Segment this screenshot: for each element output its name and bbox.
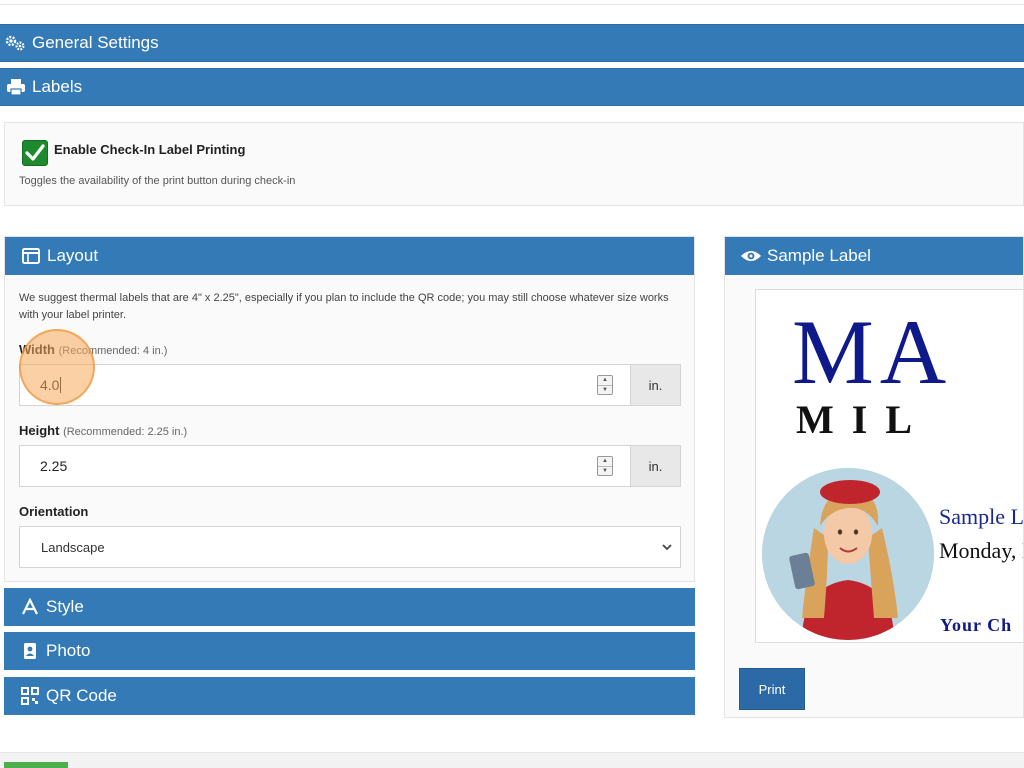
- sample-footer-text: Your Ch: [940, 615, 1013, 635]
- height-value: 2.25: [40, 458, 68, 474]
- enable-printing-checkbox[interactable]: [22, 140, 48, 166]
- height-recommended: (Recommended: 2.25 in.): [63, 426, 188, 438]
- height-label-text: Height: [19, 423, 60, 438]
- chevron-down-icon: [662, 544, 672, 551]
- sample-label-title: Sample Label: [767, 246, 871, 265]
- printer-icon: [4, 77, 28, 97]
- general-settings-title: General Settings: [32, 33, 159, 52]
- photo-title: Photo: [46, 641, 91, 660]
- width-input-group: 4.0 ▲ ▼ in.: [19, 364, 681, 406]
- top-strip: [0, 0, 1024, 5]
- orientation-label: Orientation: [19, 504, 89, 519]
- layout-suggestion: We suggest thermal labels that are 4" x …: [19, 292, 669, 321]
- font-icon: [18, 597, 42, 617]
- sample-name-text: Sample Lab: [939, 504, 1024, 529]
- enable-printing-label[interactable]: Enable Check-In Label Printing: [54, 142, 245, 157]
- labels-title: Labels: [32, 77, 83, 96]
- label-sub-text: MIL: [796, 397, 930, 442]
- height-spinner[interactable]: ▲ ▼: [597, 456, 613, 476]
- qr-code-icon: [18, 686, 42, 706]
- width-unit: in.: [630, 365, 680, 405]
- sample-photo: [762, 468, 934, 640]
- print-button[interactable]: Print: [739, 668, 805, 710]
- width-label: Width (Recommended: 4 in.): [19, 342, 167, 357]
- label-preview: MA MIL Sample Lab Monday, M Your Ch: [755, 289, 1024, 643]
- spinner-up-icon[interactable]: ▲: [598, 376, 612, 385]
- layout-title: Layout: [47, 246, 99, 265]
- save-button-partial[interactable]: [4, 762, 68, 768]
- label-big-text: MA: [792, 301, 953, 403]
- bottom-strip: [0, 752, 1024, 768]
- enable-printing-panel: Enable Check-In Label Printing Toggles t…: [4, 122, 1024, 206]
- general-settings-header[interactable]: General Settings: [0, 24, 1024, 62]
- spinner-up-icon[interactable]: ▲: [598, 457, 612, 466]
- spinner-down-icon[interactable]: ▼: [598, 384, 612, 395]
- width-input[interactable]: 4.0 ▲ ▼: [20, 365, 630, 405]
- enable-printing-help: Toggles the availability of the print bu…: [19, 175, 296, 187]
- height-input[interactable]: 2.25 ▲ ▼: [20, 446, 630, 486]
- qr-code-header[interactable]: QR Code: [4, 677, 695, 715]
- eye-icon: [739, 246, 763, 266]
- width-recommended: (Recommended: 4 in.): [58, 345, 168, 357]
- layout-header[interactable]: Layout: [5, 237, 694, 275]
- check-icon: [25, 144, 45, 161]
- orientation-select[interactable]: Landscape: [19, 526, 681, 568]
- width-spinner[interactable]: ▲ ▼: [597, 375, 613, 395]
- text-caret: [60, 377, 62, 393]
- sample-date-text: Monday, M: [939, 538, 1023, 563]
- layout-panel: Layout We suggest thermal labels that ar…: [4, 236, 695, 582]
- gears-icon: [4, 33, 28, 53]
- height-label: Height (Recommended: 2.25 in.): [19, 423, 187, 438]
- height-unit: in.: [630, 446, 680, 486]
- layout-icon: [19, 246, 43, 266]
- height-input-group: 2.25 ▲ ▼ in.: [19, 445, 681, 487]
- photo-header[interactable]: Photo: [4, 632, 695, 670]
- spinner-down-icon[interactable]: ▼: [598, 465, 612, 476]
- width-label-text: Width: [19, 342, 55, 357]
- labels-header[interactable]: Labels: [0, 68, 1024, 106]
- style-title: Style: [46, 597, 84, 616]
- style-header[interactable]: Style: [4, 588, 695, 626]
- sample-label-header[interactable]: Sample Label: [725, 237, 1023, 275]
- orientation-value: Landscape: [41, 539, 105, 555]
- qr-code-title: QR Code: [46, 686, 117, 705]
- sample-label-panel: Sample Label MA MIL Sample Lab Monday, M…: [724, 236, 1024, 718]
- width-value: 4.0: [40, 377, 60, 393]
- portrait-icon: [18, 641, 42, 661]
